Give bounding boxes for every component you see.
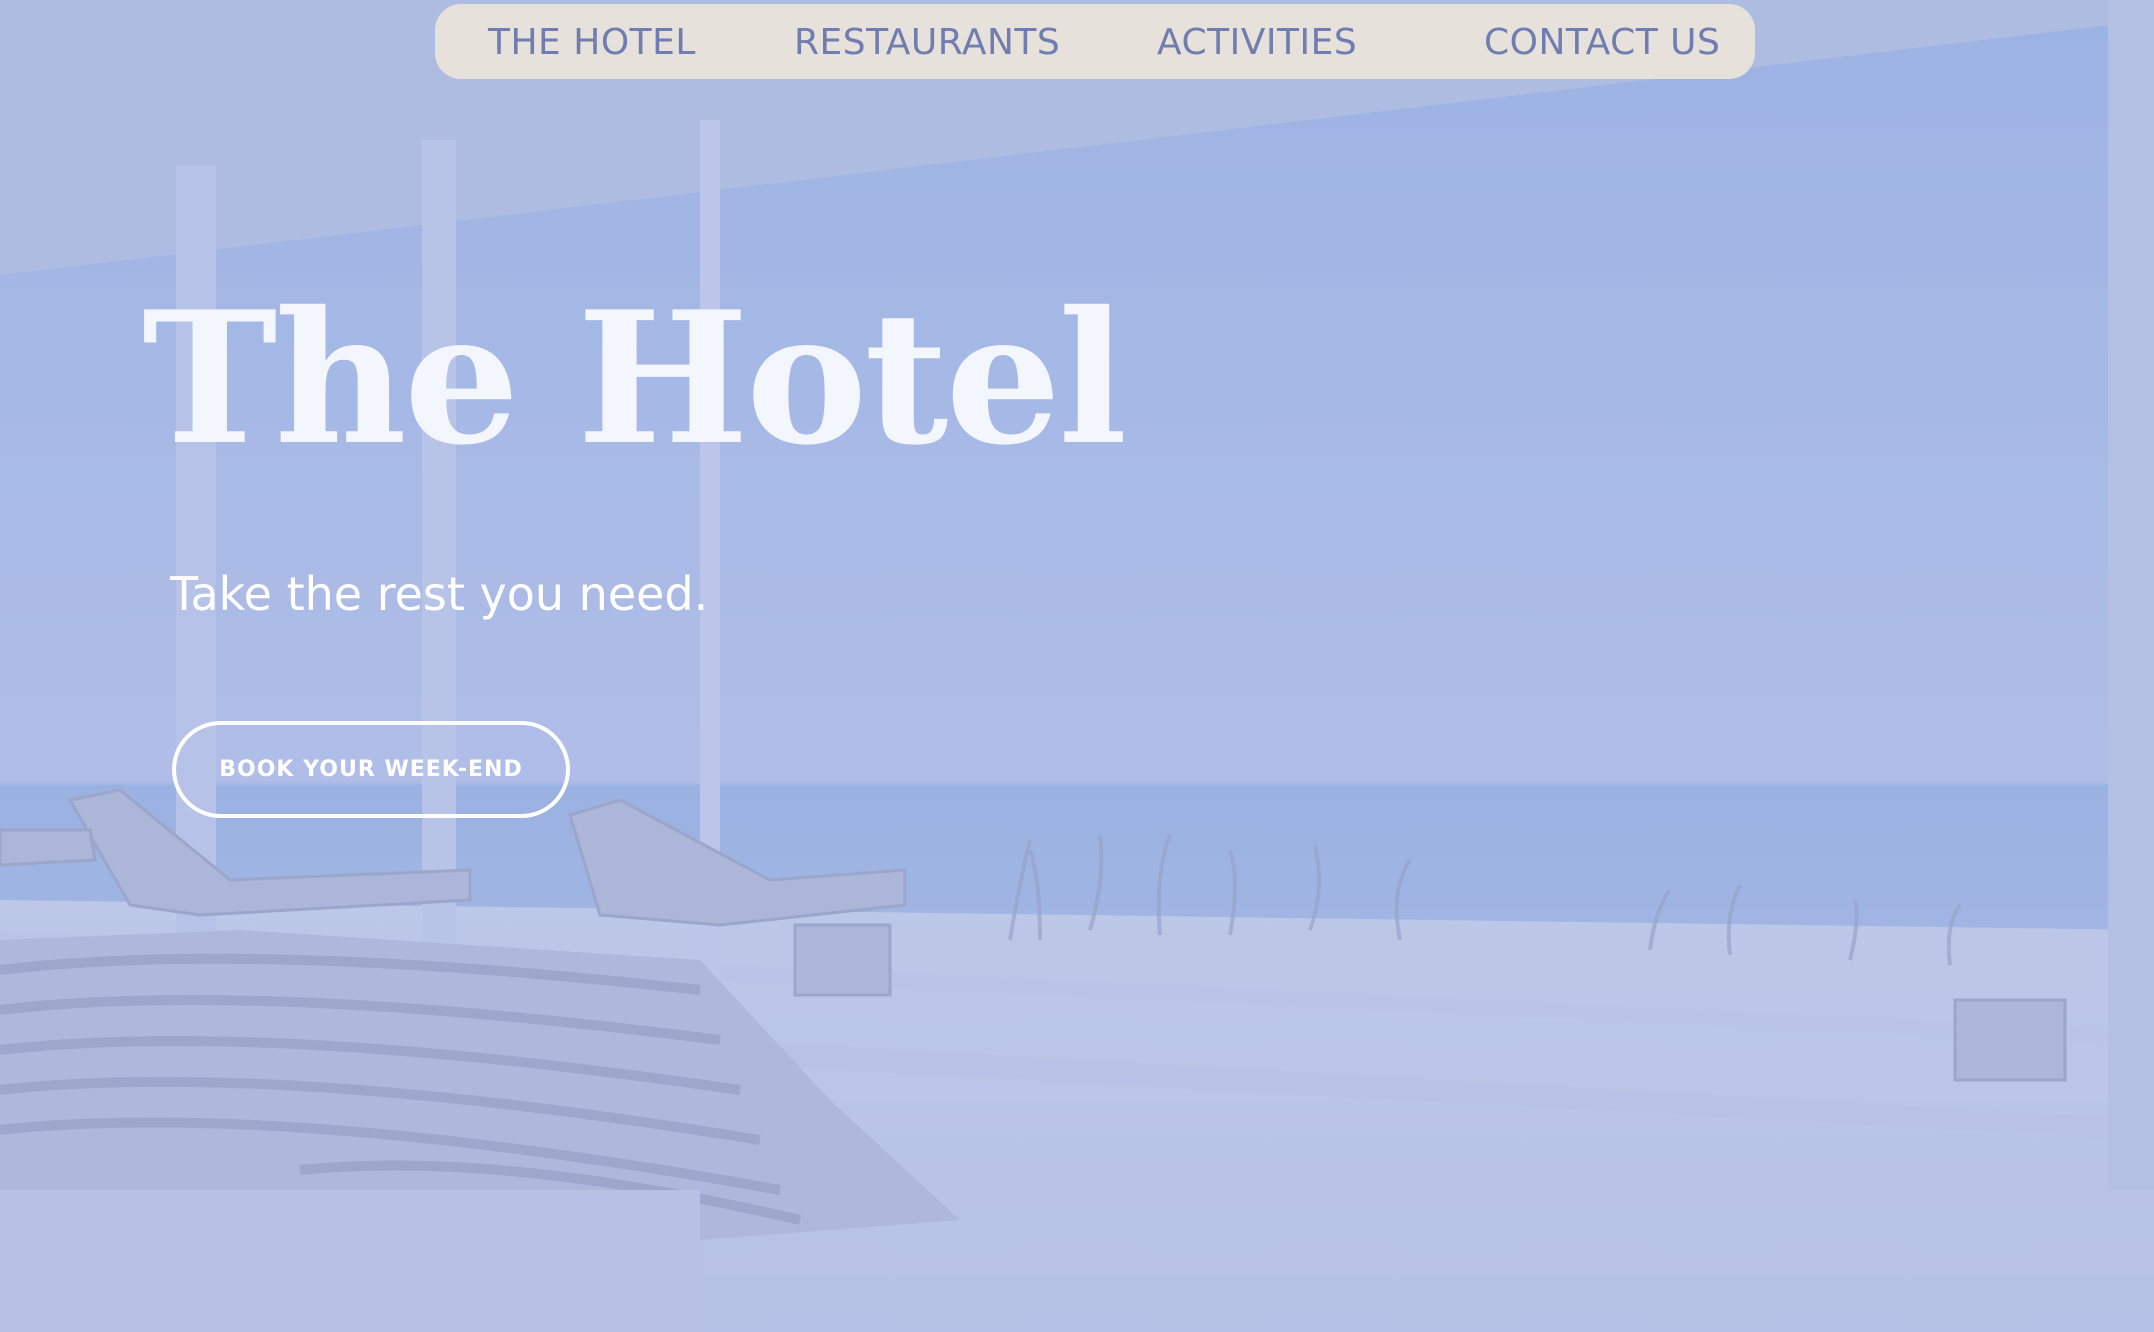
nav-item-the-hotel[interactable]: THE HOTEL <box>488 4 696 79</box>
hero-background-image <box>0 0 2154 1332</box>
book-weekend-button[interactable]: BOOK YOUR WEEK-END <box>172 721 570 818</box>
hero-subtitle: Take the rest you need. <box>170 567 709 621</box>
nav-item-contact-us[interactable]: CONTACT US <box>1484 4 1720 79</box>
hero-title: The Hotel <box>142 271 1127 485</box>
nav-item-restaurants[interactable]: RESTAURANTS <box>794 4 1060 79</box>
nav-item-activities[interactable]: ACTIVITIES <box>1157 4 1357 79</box>
main-navigation: THE HOTEL RESTAURANTS ACTIVITIES CONTACT… <box>435 4 1755 79</box>
